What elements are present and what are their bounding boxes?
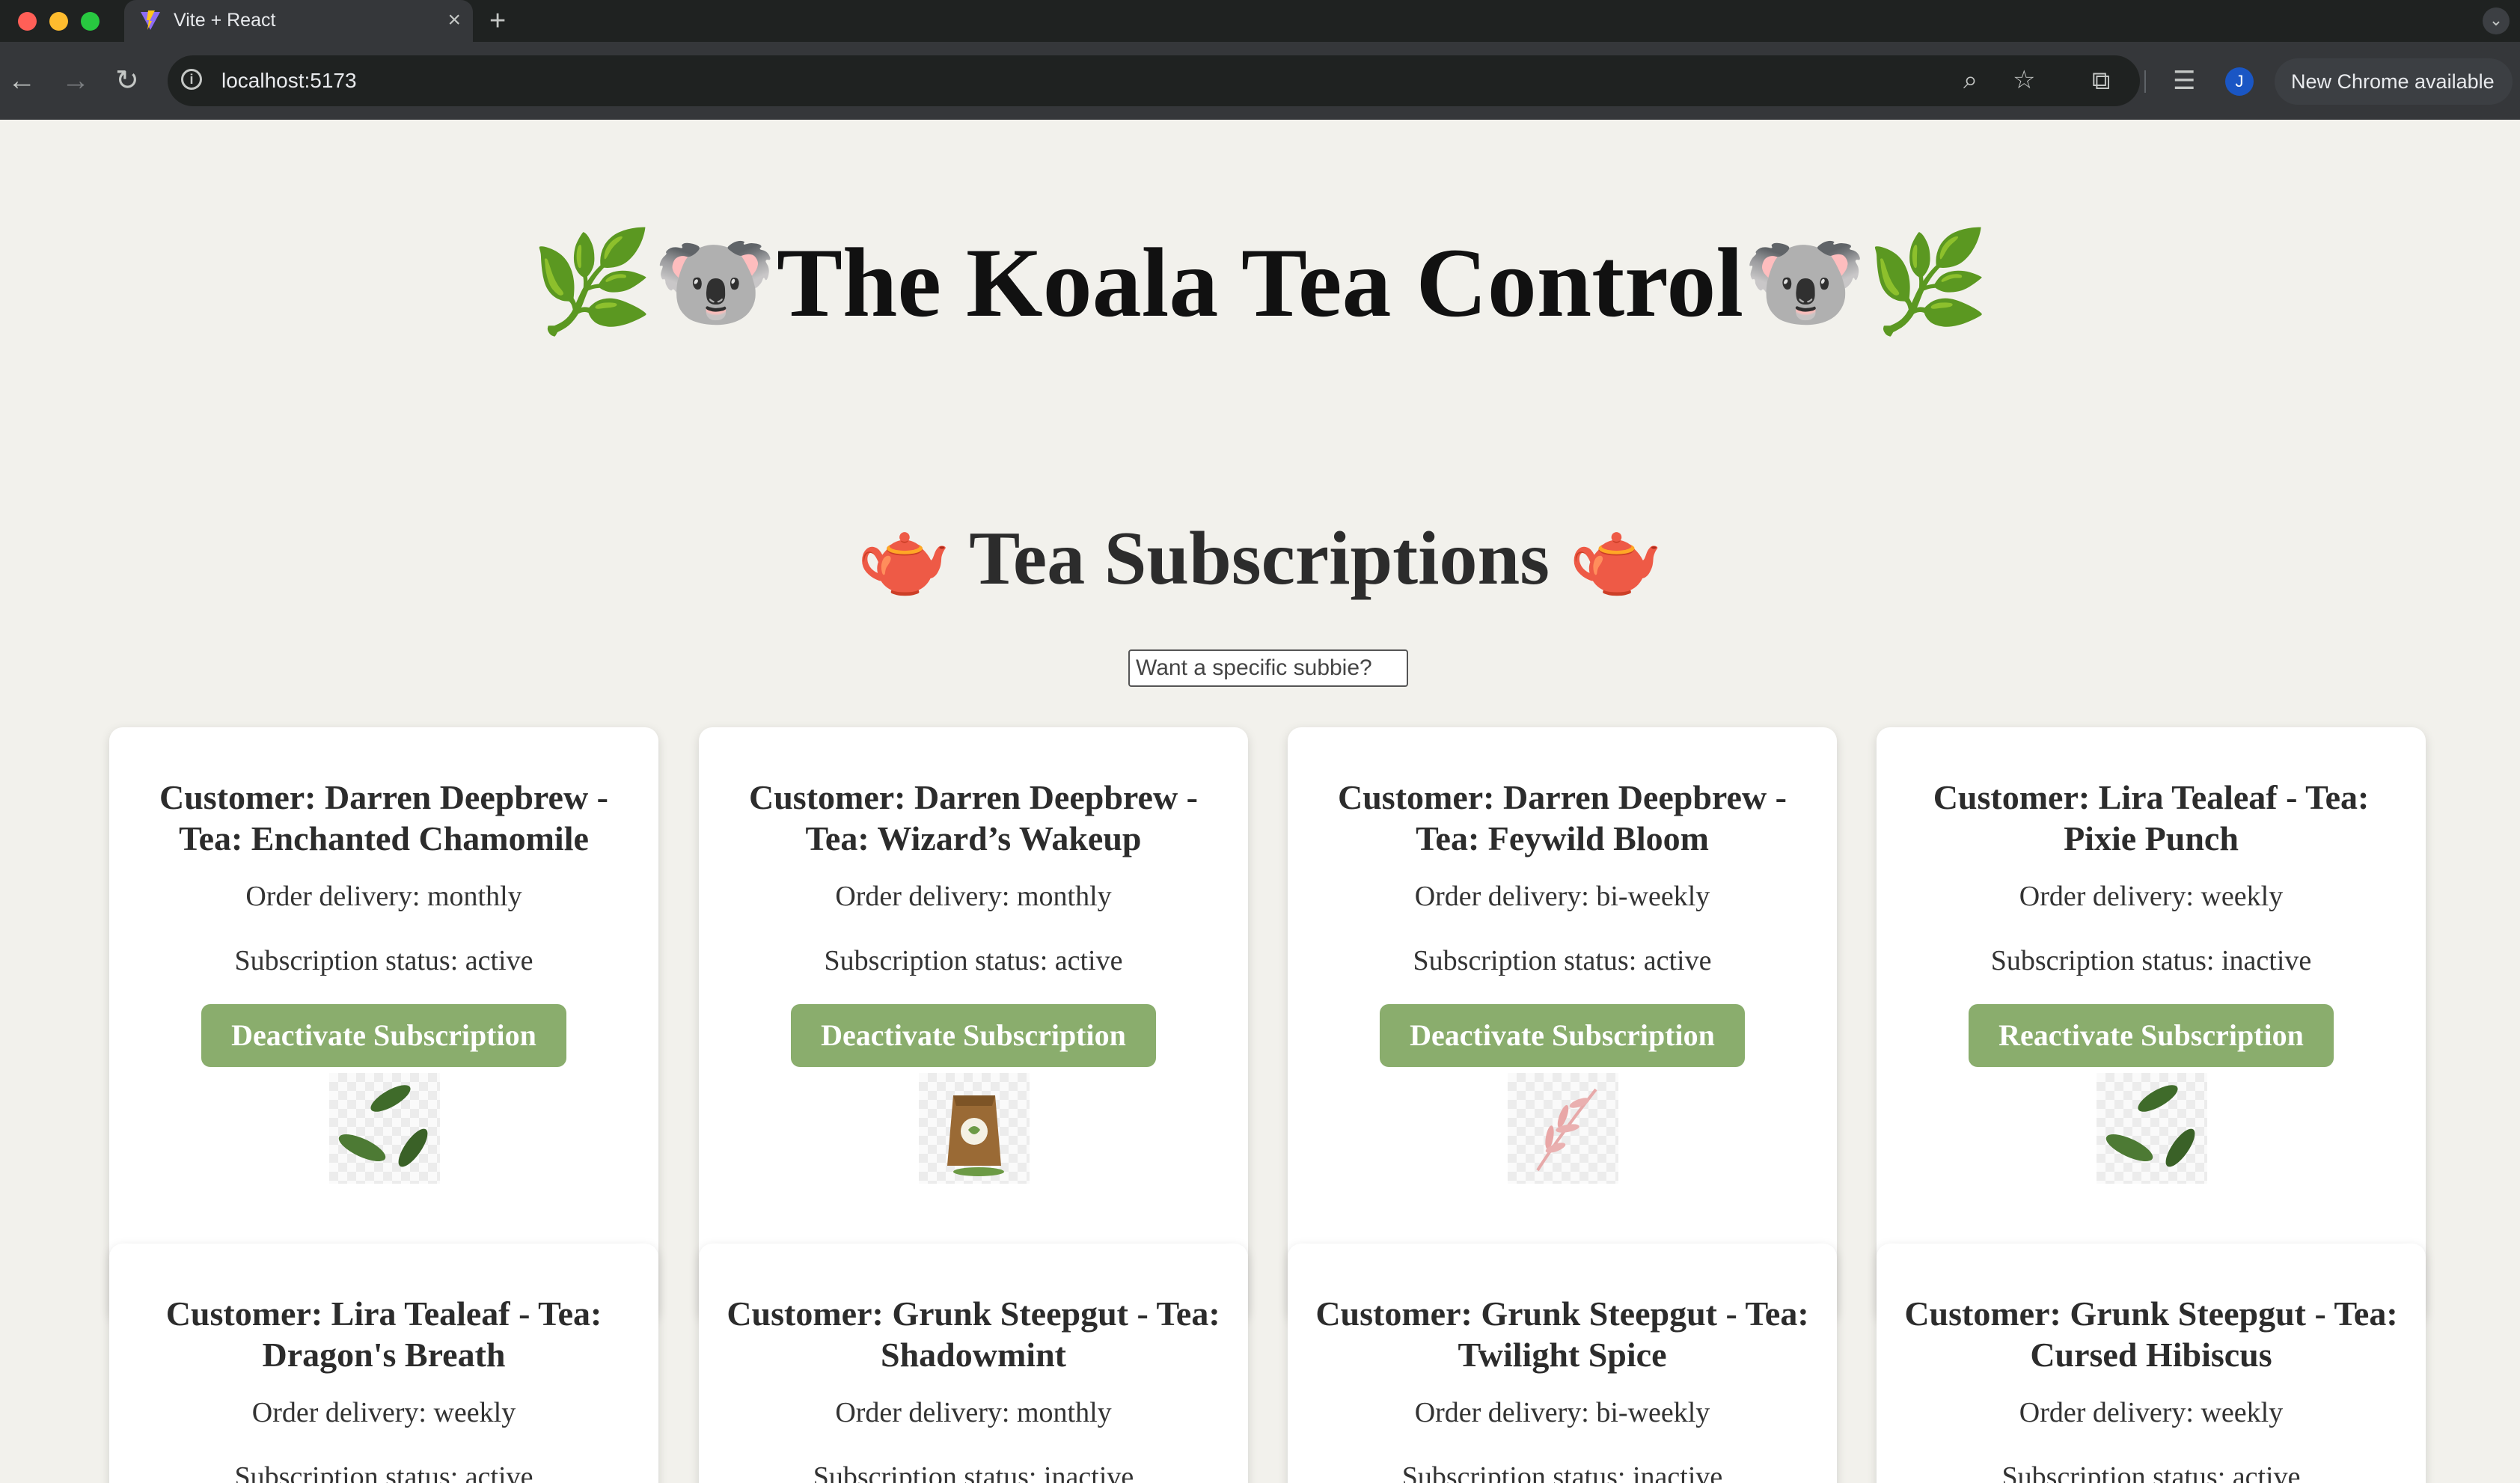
- browser-tab[interactable]: Vite + React ×: [124, 0, 473, 42]
- site-info-icon[interactable]: i: [181, 69, 202, 90]
- herb-icon: 🌿: [530, 224, 654, 340]
- subscription-status: Subscription status: active: [1413, 945, 1712, 976]
- profile-avatar[interactable]: J: [2225, 67, 2254, 96]
- search-input[interactable]: [1128, 649, 1408, 687]
- card-title: Customer: Lira Tealeaf - Tea: Pixie Punc…: [1933, 778, 2370, 857]
- url-text[interactable]: localhost:5173: [221, 68, 357, 94]
- app-title: 🌿🐨The Koala Tea Control🐨🌿: [0, 226, 2520, 339]
- subscription-card: Customer: Darren Deepbrew - Tea: Feywild…: [1288, 727, 1837, 1321]
- subscription-status: Subscription status: active: [234, 1461, 533, 1483]
- section-title: 🫖 Tea Subscriptions 🫖: [0, 515, 2520, 602]
- subscription-card: Customer: Grunk Steepgut - Tea: Shadowmi…: [699, 1244, 1248, 1483]
- address-bar[interactable]: i localhost:5173 ⌕ ☆: [168, 55, 2140, 106]
- app-title-text: The Koala Tea Control: [776, 227, 1744, 337]
- subscription-card: Customer: Lira Tealeaf - Tea: Dragon's B…: [109, 1244, 658, 1483]
- extensions-icon[interactable]: ⧉: [2092, 64, 2110, 97]
- update-chrome-button[interactable]: New Chrome available: [2275, 58, 2513, 105]
- card-title: Customer: Grunk Steepgut - Tea: Shadowmi…: [727, 1294, 1220, 1374]
- subscription-status: Subscription status: inactive: [1401, 1461, 1723, 1483]
- herb-icon: 🌿: [1866, 224, 1990, 340]
- deactivate-subscription-button[interactable]: Deactivate Subscription: [791, 1004, 1156, 1067]
- card-title: Customer: Grunk Steepgut - Tea: Cursed H…: [1904, 1294, 2398, 1374]
- new-tab-icon[interactable]: +: [489, 4, 506, 37]
- reload-icon[interactable]: ↻: [115, 64, 139, 97]
- toolbar-divider: [2144, 70, 2146, 93]
- browser-tab-bar: Vite + React × + ⌄: [0, 0, 2520, 42]
- subscription-card: Customer: Grunk Steepgut - Tea: Cursed H…: [1877, 1244, 2426, 1483]
- koala-icon: 🐨: [653, 224, 777, 340]
- subscription-card: Customer: Lira Tealeaf - Tea: Pixie Punc…: [1877, 727, 2426, 1321]
- card-title: Customer: Darren Deepbrew - Tea: Enchant…: [159, 778, 608, 857]
- close-window-button[interactable]: [18, 12, 37, 31]
- minimize-window-button[interactable]: [49, 12, 68, 31]
- subscription-status: Subscription status: active: [824, 945, 1123, 976]
- tea-bag-icon: [919, 1073, 1030, 1184]
- tab-title: Vite + React: [174, 10, 276, 31]
- reactivate-subscription-button[interactable]: Reactivate Subscription: [1969, 1004, 2334, 1067]
- vite-favicon-icon: [141, 10, 160, 30]
- subscription-status: Subscription status: inactive: [813, 1461, 1134, 1483]
- subscription-card: Customer: Grunk Steepgut - Tea: Twilight…: [1288, 1244, 1837, 1483]
- order-delivery: Order delivery: monthly: [245, 881, 522, 912]
- tea-leaves-icon: [2097, 1073, 2207, 1184]
- card-title: Customer: Darren Deepbrew - Tea: Feywild…: [1338, 778, 1787, 857]
- back-icon[interactable]: ←: [7, 64, 36, 97]
- bookmark-star-icon[interactable]: ☆: [2013, 65, 2035, 95]
- subscription-card: Customer: Darren Deepbrew - Tea: Wizard’…: [699, 727, 1248, 1321]
- app-page: 🌿🐨The Koala Tea Control🐨🌿 🫖 Tea Subscrip…: [0, 120, 2520, 1483]
- tab-search-icon[interactable]: ⌄: [2483, 7, 2510, 34]
- order-delivery: Order delivery: monthly: [835, 1397, 1112, 1428]
- card-title: Customer: Grunk Steepgut - Tea: Twilight…: [1315, 1294, 1809, 1374]
- teapot-icon: 🫖: [856, 513, 952, 602]
- forward-icon[interactable]: →: [61, 64, 90, 97]
- deactivate-subscription-button[interactable]: Deactivate Subscription: [201, 1004, 566, 1067]
- maximize-window-button[interactable]: [81, 12, 100, 31]
- close-tab-icon[interactable]: ×: [447, 7, 461, 33]
- deactivate-subscription-button[interactable]: Deactivate Subscription: [1380, 1004, 1745, 1067]
- order-delivery: Order delivery: monthly: [835, 881, 1112, 912]
- subscription-status: Subscription status: inactive: [1990, 945, 2312, 976]
- koala-icon: 🐨: [1743, 224, 1867, 340]
- card-title: Customer: Lira Tealeaf - Tea: Dragon's B…: [165, 1294, 602, 1374]
- subscription-status: Subscription status: active: [234, 945, 533, 976]
- order-delivery: Order delivery: weekly: [2019, 1397, 2284, 1428]
- order-delivery: Order delivery: weekly: [2019, 881, 2284, 912]
- teapot-icon: 🫖: [1568, 513, 1664, 602]
- zoom-icon[interactable]: ⌕: [1963, 65, 1978, 95]
- subscription-status: Subscription status: active: [2001, 1461, 2301, 1483]
- browser-toolbar: ← → ↻ i localhost:5173 ⌕ ☆ ⧉ ☰ J New Chr…: [0, 42, 2520, 120]
- pink-sprig-icon: [1508, 1073, 1618, 1184]
- order-delivery: Order delivery: weekly: [251, 1397, 516, 1428]
- tea-leaves-icon: [329, 1073, 440, 1184]
- update-chrome-label: New Chrome available: [2291, 70, 2495, 93]
- subscription-card: Customer: Darren Deepbrew - Tea: Enchant…: [109, 727, 658, 1321]
- order-delivery: Order delivery: bi-weekly: [1414, 881, 1710, 912]
- section-title-text: Tea Subscriptions: [969, 516, 1550, 601]
- reading-list-icon[interactable]: ☰: [2173, 64, 2195, 97]
- card-title: Customer: Darren Deepbrew - Tea: Wizard’…: [749, 778, 1198, 857]
- kebab-menu-icon[interactable]: ⋮: [2511, 63, 2520, 96]
- order-delivery: Order delivery: bi-weekly: [1414, 1397, 1710, 1428]
